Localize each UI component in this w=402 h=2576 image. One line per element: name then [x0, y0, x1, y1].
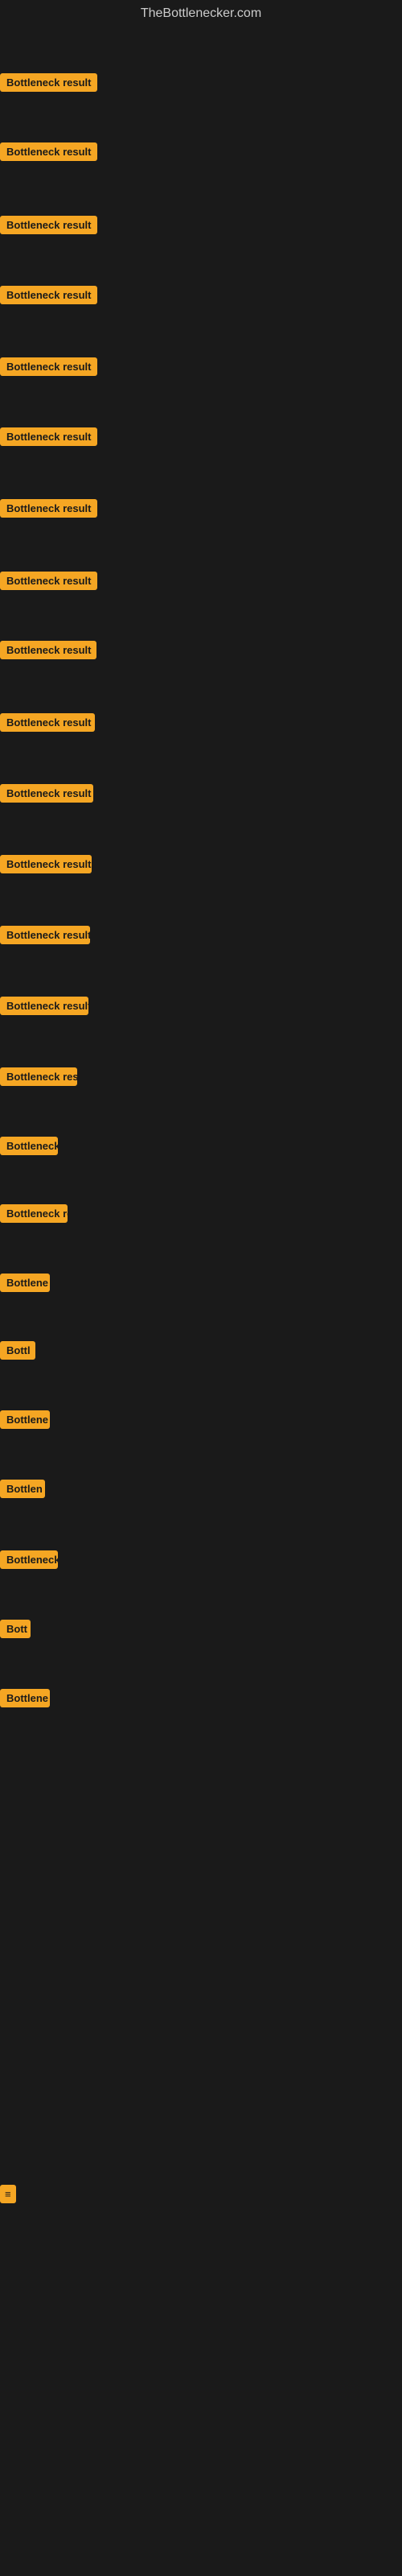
bottleneck-badge: Bottleneck result: [0, 997, 88, 1015]
bottleneck-badge: Bottlene: [0, 1274, 50, 1292]
bottleneck-result-item[interactable]: Bottlene: [0, 1274, 50, 1296]
bottleneck-result-item[interactable]: Bottleneck result: [0, 713, 95, 736]
bottleneck-badge: Bottleneck result: [0, 216, 97, 234]
bottleneck-badge: Bottleneck result: [0, 713, 95, 732]
bottleneck-result-item[interactable]: Bottleneck result: [0, 286, 97, 308]
bottleneck-result-item[interactable]: Bottleneck result: [0, 572, 97, 594]
bottleneck-badge: Bottleneck: [0, 1550, 58, 1569]
bottleneck-badge: Bottleneck: [0, 1137, 58, 1155]
bottleneck-badge: Bottleneck result: [0, 572, 97, 590]
bottleneck-result-item[interactable]: Bottleneck result: [0, 142, 97, 165]
bottleneck-result-item[interactable]: Bottleneck res: [0, 1067, 77, 1090]
bottleneck-badge: Bottlen: [0, 1480, 45, 1498]
bottleneck-badge: Bottleneck re: [0, 1204, 68, 1223]
bottleneck-result-item[interactable]: Bottleneck result: [0, 784, 93, 807]
bottleneck-badge: Bottleneck result: [0, 499, 97, 518]
bottleneck-badge: Bottleneck result: [0, 286, 97, 304]
bottleneck-result-item[interactable]: Bottlene: [0, 1689, 50, 1711]
bottleneck-result-item[interactable]: Bottlene: [0, 1410, 50, 1433]
bottleneck-badge: Bottlene: [0, 1689, 50, 1707]
bottleneck-result-item[interactable]: Bottleneck result: [0, 357, 97, 380]
bottleneck-result-item[interactable]: Bottleneck: [0, 1137, 58, 1159]
bottleneck-result-item[interactable]: Bottleneck result: [0, 216, 97, 238]
bottleneck-badge: Bottl: [0, 1341, 35, 1360]
bottleneck-badge: Bottleneck result: [0, 784, 93, 803]
bottleneck-result-item[interactable]: Bottleneck result: [0, 73, 97, 96]
bottleneck-badge: Bottleneck result: [0, 926, 90, 944]
bottleneck-badge: Bottleneck result: [0, 73, 97, 92]
bottleneck-result-item[interactable]: Bottl: [0, 1341, 35, 1364]
small-indicator-badge: ≡: [0, 2185, 16, 2203]
bottleneck-badge: Bottleneck result: [0, 357, 97, 376]
bottleneck-result-item[interactable]: Bottleneck result: [0, 427, 97, 450]
bottleneck-result-item[interactable]: Bottleneck result: [0, 641, 96, 663]
bottleneck-result-item[interactable]: Bottleneck result: [0, 997, 88, 1019]
bottleneck-badge: Bottleneck result: [0, 641, 96, 659]
bottleneck-badge: Bottleneck res: [0, 1067, 77, 1086]
bottleneck-result-item[interactable]: Bottleneck result: [0, 926, 90, 948]
small-indicator-item: ≡: [0, 2185, 16, 2203]
bottleneck-badge: Bott: [0, 1620, 31, 1638]
bottleneck-badge: Bottleneck result: [0, 427, 97, 446]
bottleneck-result-item[interactable]: Bottleneck result: [0, 855, 92, 877]
bottleneck-badge: Bottleneck result: [0, 142, 97, 161]
bottleneck-badge: Bottleneck result: [0, 855, 92, 873]
bottleneck-result-item[interactable]: Bottlen: [0, 1480, 45, 1502]
bottleneck-result-item[interactable]: Bott: [0, 1620, 31, 1642]
site-title: TheBottlenecker.com: [0, 0, 402, 27]
bottleneck-result-item[interactable]: Bottleneck: [0, 1550, 58, 1573]
bottleneck-badge: Bottlene: [0, 1410, 50, 1429]
bottleneck-result-item[interactable]: Bottleneck result: [0, 499, 97, 522]
bottleneck-result-item[interactable]: Bottleneck re: [0, 1204, 68, 1227]
